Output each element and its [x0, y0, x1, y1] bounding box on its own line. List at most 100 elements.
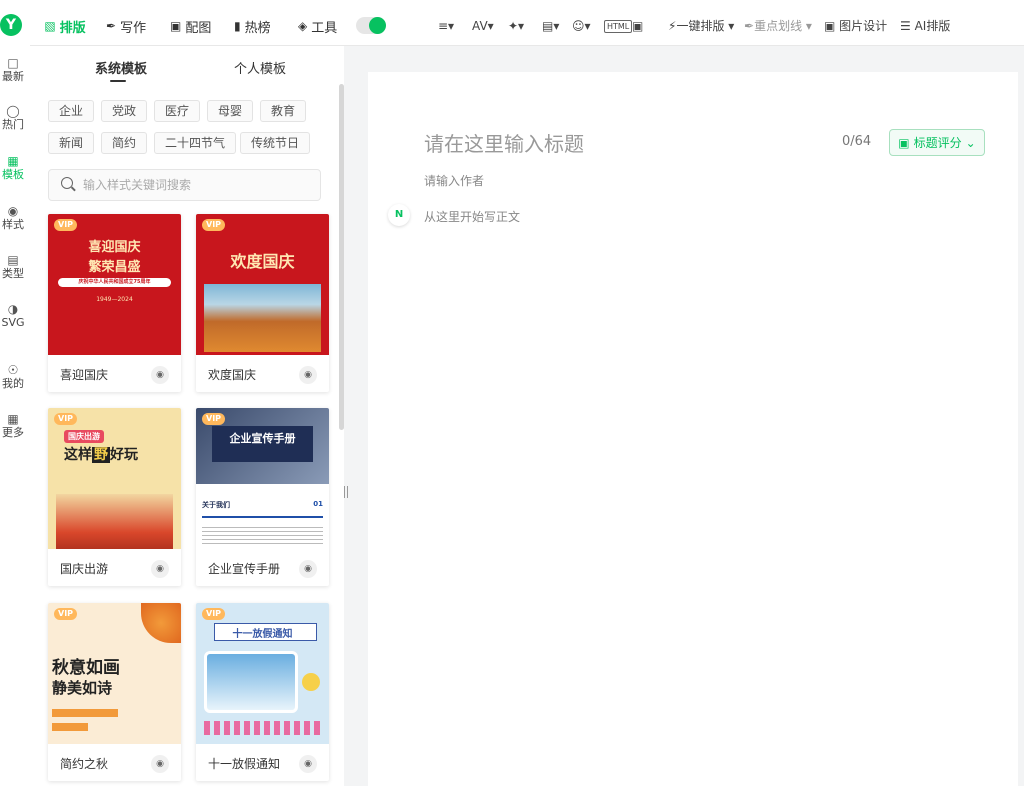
chip-education[interactable]: 教育	[260, 100, 307, 122]
thumb-decoration	[204, 721, 321, 735]
template-card-autumn[interactable]: VIP 秋意如画 静美如诗 简约之秋 ◉	[48, 603, 181, 781]
thumb-text-lines	[202, 524, 323, 546]
line-spacing-icon[interactable]: ≡▾	[438, 18, 454, 34]
search-input[interactable]	[83, 175, 303, 195]
preview-eye-icon[interactable]: ◉	[151, 366, 169, 384]
template-icon: ▦	[7, 154, 19, 168]
rail-item-mine[interactable]: ☉ 我的	[0, 363, 26, 391]
rail-item-templates[interactable]: ▦ 模板	[0, 154, 26, 182]
template-thumbnail: VIP 企业宣传手册 关于我们 01	[196, 408, 329, 549]
template-thumbnail: VIP 国庆出游 这样野好玩	[48, 408, 181, 549]
tab-trending[interactable]: ▮ 热榜	[234, 8, 271, 44]
chevron-down-icon: ⌄	[965, 135, 976, 150]
tab-layout[interactable]: ▧ 排版	[34, 8, 96, 44]
svg-icon: ◑	[7, 302, 19, 316]
tab-personal-templates[interactable]: 个人模板	[234, 58, 286, 77]
thumb-bar-short	[52, 723, 88, 731]
vip-badge: VIP	[202, 413, 226, 425]
rail-item-hot[interactable]: ◯ 热门	[0, 104, 26, 132]
chip-news[interactable]: 新闻	[48, 132, 95, 154]
panel-scrollbar[interactable]	[339, 84, 344, 430]
highlighter-icon: ✒	[744, 19, 755, 33]
rail-item-latest[interactable]: □ 最新	[0, 56, 26, 84]
template-card-holiday-notice[interactable]: VIP 十一放假通知 十一放假通知 ◉	[196, 603, 329, 781]
title-score-button[interactable]: ▣ 标题评分 ⌄	[889, 129, 985, 156]
chart-icon[interactable]: ▤▾	[542, 18, 559, 34]
briefcase-icon[interactable]: ▣	[632, 18, 643, 34]
preview-eye-icon[interactable]: ◉	[151, 755, 169, 773]
thumb-subtitle: 静美如诗	[52, 679, 113, 697]
chip-enterprise[interactable]: 企业	[48, 100, 95, 122]
ai-layout-button[interactable]: ☰ AI排版	[900, 18, 950, 34]
vip-badge: VIP	[202, 608, 226, 620]
thumb-bar	[52, 709, 118, 717]
grid-icon: ▦	[7, 412, 19, 426]
top-toolbar: ▧ 排版 ✒ 写作 ▣ 配图 ▮ 热榜 ◈ 工具 ≡▾ AV▾ ✦▾ ▤▾ ☺▾…	[30, 0, 1024, 46]
thumb-number: 01	[313, 500, 323, 508]
thumb-title: 喜迎国庆	[88, 240, 141, 255]
thumb-divider	[202, 516, 323, 518]
rail-item-types[interactable]: ▤ 类型	[0, 253, 26, 281]
left-rail: Y □ 最新 ◯ 热门 ▦ 模板 ◉ 样式 ▤ 类型 ◑ SVG ☉ 我的 ▦ …	[0, 0, 30, 786]
style-icon: ◉	[7, 204, 19, 218]
panel-resize-handle[interactable]	[343, 486, 349, 500]
card-name: 国庆出游	[60, 562, 109, 576]
preview-eye-icon[interactable]: ◉	[151, 560, 169, 578]
tab-system-templates[interactable]: 系统模板	[95, 58, 147, 77]
fire-icon: ◯	[6, 104, 20, 118]
bookmark-icon: ▮	[234, 19, 241, 33]
tab-tools[interactable]: ◈ 工具	[298, 8, 337, 44]
chip-medical[interactable]: 医疗	[154, 100, 201, 122]
body-input[interactable]: 从这里开始写正文	[424, 208, 520, 225]
leaf-decoration	[141, 603, 181, 643]
search-icon	[61, 177, 73, 189]
letter-spacing-icon[interactable]: AV▾	[472, 18, 494, 34]
template-card-national-day[interactable]: VIP 欢度国庆 欢度国庆 ◉	[196, 214, 329, 392]
rail-item-svg[interactable]: ◑ SVG	[0, 302, 26, 330]
cube-icon: ◈	[298, 19, 308, 33]
preview-eye-icon[interactable]: ◉	[299, 366, 317, 384]
template-card-travel[interactable]: VIP 国庆出游 这样野好玩 国庆出游 ◉	[48, 408, 181, 586]
vip-badge: VIP	[54, 413, 78, 425]
chip-party[interactable]: 党政	[101, 100, 148, 122]
preview-eye-icon[interactable]: ◉	[299, 755, 317, 773]
template-card-brochure[interactable]: VIP 企业宣传手册 关于我们 01 企业宣传手册 ◉	[196, 408, 329, 586]
rail-item-styles[interactable]: ◉ 样式	[0, 204, 26, 232]
chip-maternity[interactable]: 母婴	[207, 100, 254, 122]
thumb-banner: 庆祝中华人民共和国成立75周年	[58, 278, 171, 287]
toggle-knob	[369, 17, 386, 34]
vip-badge: VIP	[54, 219, 78, 231]
one-click-layout-button[interactable]: ⚡一键排版 ▾	[668, 18, 734, 34]
assistant-avatar-icon[interactable]: N	[388, 204, 410, 226]
tab-writing[interactable]: ✒ 写作	[106, 8, 146, 44]
tab-images[interactable]: ▣ 配图	[170, 8, 211, 44]
emoji-icon[interactable]: ☺▾	[572, 18, 591, 34]
app-logo: Y	[0, 14, 22, 36]
chip-traditional-festivals[interactable]: 传统节日	[240, 132, 311, 154]
html-button[interactable]: HTML	[604, 18, 633, 34]
author-input[interactable]: 请输入作者	[424, 172, 484, 189]
image-design-button[interactable]: ▣ 图片设计	[824, 18, 887, 34]
chip-minimal[interactable]: 简约	[101, 132, 148, 154]
ai-icon: ☰	[900, 19, 911, 33]
thumb-subtitle: 繁荣昌盛	[88, 260, 141, 275]
chip-solar-terms[interactable]: 二十四节气	[154, 132, 237, 154]
user-icon: ☉	[7, 363, 19, 377]
type-icon: ▤	[7, 253, 19, 267]
template-card-celebrate[interactable]: VIP 喜迎国庆 繁荣昌盛 庆祝中华人民共和国成立75周年 1949—2024 …	[48, 214, 181, 392]
card-name: 十一放假通知	[208, 757, 281, 771]
template-thumbnail: VIP 十一放假通知	[196, 603, 329, 744]
card-name: 企业宣传手册	[208, 562, 281, 576]
thumb-section: 关于我们	[202, 501, 230, 509]
magic-wand-icon[interactable]: ✦▾	[508, 18, 524, 34]
card-name: 欢度国庆	[208, 368, 257, 382]
rail-item-more[interactable]: ▦ 更多	[0, 412, 26, 440]
template-panel: 系统模板 个人模板 企业 党政 医疗 母婴 教育 新闻 简约 二十四节气 传统节…	[30, 46, 344, 786]
feature-toggle[interactable]	[356, 17, 386, 34]
preview-eye-icon[interactable]: ◉	[299, 560, 317, 578]
pen-icon: ✒	[106, 19, 117, 33]
score-icon: ▣	[898, 135, 910, 150]
thumb-title: 秋意如画	[52, 658, 120, 678]
highlight-line-button[interactable]: ✒重点划线 ▾	[744, 18, 812, 34]
title-input[interactable]: 请在这里输入标题	[424, 128, 584, 157]
